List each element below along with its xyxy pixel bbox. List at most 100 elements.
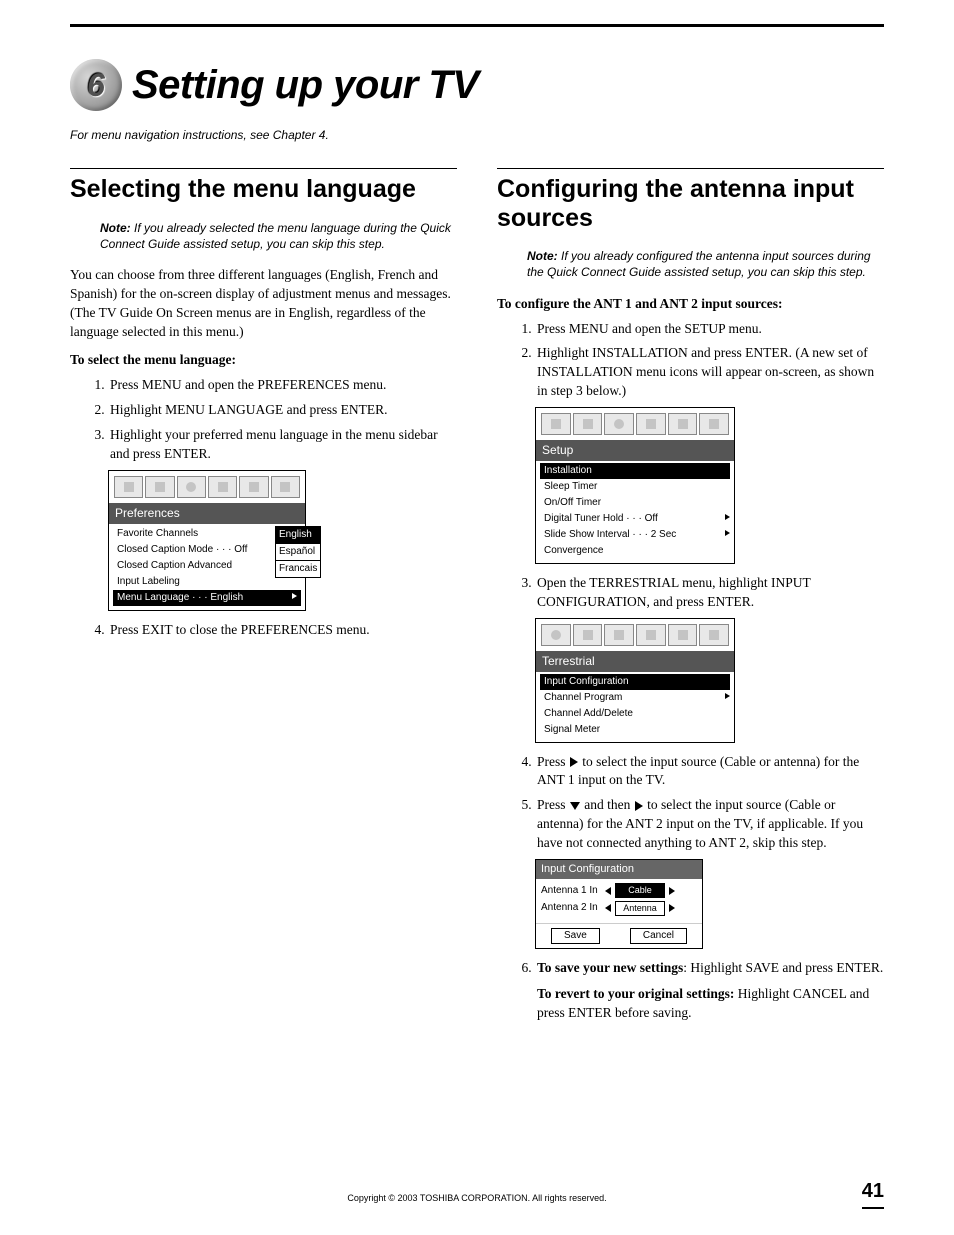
- menu-row: Convergence: [540, 543, 734, 559]
- intro-note: For menu navigation instructions, see Ch…: [70, 127, 884, 144]
- cancel-button: Cancel: [630, 928, 687, 944]
- section-heading-left: Selecting the menu language: [70, 168, 457, 204]
- note-right: Note: If you already configured the ante…: [527, 248, 884, 280]
- step-text: to select the input source (Cable or ant…: [537, 754, 859, 788]
- steps-right-6: To save your new settings: Highlight SAV…: [535, 959, 884, 1024]
- menu-icon: [668, 624, 698, 646]
- menu-row: Installation: [540, 463, 730, 479]
- menu-row: Sleep Timer: [540, 479, 734, 495]
- note-left: Note: If you already selected the menu l…: [100, 220, 457, 252]
- language-option: Español: [276, 544, 320, 561]
- menu-title: Setup: [536, 440, 734, 461]
- chapter-number-badge: 6: [70, 59, 122, 111]
- steps-right: Press MENU and open the SETUP menu. High…: [535, 320, 884, 402]
- language-option: English: [276, 527, 320, 544]
- menu-icon: [573, 624, 603, 646]
- figure-setup-menu: Setup InstallationSleep TimerOn/Off Time…: [535, 407, 735, 564]
- ic-value: Antenna: [615, 901, 665, 916]
- right-arrow-icon: [669, 887, 675, 895]
- menu-icon: [636, 624, 666, 646]
- body-paragraph: You can choose from three different lang…: [70, 266, 457, 342]
- menu-icon: [668, 413, 698, 435]
- copyright: Copyright © 2003 TOSHIBA CORPORATION. Al…: [347, 1192, 606, 1205]
- menu-row: On/Off Timer: [540, 495, 734, 511]
- step-text: and then: [581, 797, 634, 812]
- ic-buttons: Save Cancel: [536, 923, 702, 948]
- ic-value: Cable: [615, 883, 665, 898]
- menu-row: Menu Language · · · English: [113, 590, 301, 606]
- language-options: EnglishEspañolFrancais: [275, 526, 321, 578]
- menu-row: Signal Meter: [540, 722, 734, 738]
- menu-icon: [177, 476, 206, 498]
- left-column: Selecting the menu language Note: If you…: [70, 168, 457, 1029]
- right-arrow-icon: [635, 801, 643, 811]
- menu-icon: [604, 413, 634, 435]
- step-r2: Highlight INSTALLATION and press ENTER. …: [535, 344, 884, 401]
- menu-title: Preferences: [109, 503, 305, 524]
- ic-body: Antenna 1 InCable Antenna 2 In Antenna: [536, 879, 702, 922]
- ic-row: Antenna 2 In Antenna: [541, 901, 697, 916]
- page-number: 41: [862, 1177, 884, 1209]
- right-arrow-icon: [570, 757, 578, 767]
- ic-title: Input Configuration: [536, 860, 702, 879]
- save-button: Save: [551, 928, 600, 944]
- step-r1: Press MENU and open the SETUP menu.: [535, 320, 884, 339]
- menu-icon: [573, 413, 603, 435]
- page-footer: Copyright © 2003 TOSHIBA CORPORATION. Al…: [70, 1192, 884, 1205]
- menu-icon: [699, 413, 729, 435]
- step-text: : Highlight SAVE and press ENTER.: [683, 960, 883, 975]
- menu-body: InstallationSleep TimerOn/Off TimerDigit…: [536, 461, 734, 563]
- ic-row: Antenna 1 InCable: [541, 883, 697, 898]
- step-1: Press MENU and open the PREFERENCES menu…: [108, 376, 457, 395]
- step-text: Press: [537, 797, 569, 812]
- left-arrow-icon: [605, 887, 611, 895]
- note-text: If you already configured the antenna in…: [527, 249, 871, 279]
- menu-body: Input ConfigurationChannel ProgramChanne…: [536, 672, 734, 742]
- menu-icon: [636, 413, 666, 435]
- menu-icon: [114, 476, 143, 498]
- menu-icon: [541, 624, 571, 646]
- menu-icon-row: [536, 619, 734, 651]
- menu-row: Slide Show Interval · · · 2 Sec: [540, 527, 734, 543]
- step-r6: To save your new settings: Highlight SAV…: [535, 959, 884, 1024]
- menu-row: Input Configuration: [540, 674, 730, 690]
- chapter-number: 6: [87, 63, 105, 108]
- menu-icon: [145, 476, 174, 498]
- ic-label: Antenna 2 In: [541, 901, 601, 915]
- subhead-right: To configure the ANT 1 and ANT 2 input s…: [497, 295, 884, 314]
- step-r3: Open the TERRESTRIAL menu, highlight INP…: [535, 574, 884, 612]
- step-r4: Press to select the input source (Cable …: [535, 753, 884, 791]
- steps-left-cont: Press EXIT to close the PREFERENCES menu…: [108, 621, 457, 640]
- chevron-right-icon: [725, 693, 730, 699]
- language-option: Francais: [276, 561, 320, 577]
- step-4: Press EXIT to close the PREFERENCES menu…: [108, 621, 457, 640]
- figure-terrestrial-menu: Terrestrial Input ConfigurationChannel P…: [535, 618, 735, 743]
- menu-icon: [271, 476, 300, 498]
- note-text: If you already selected the menu languag…: [100, 221, 451, 251]
- right-column: Configuring the antenna input sources No…: [497, 168, 884, 1029]
- step-text: Press: [537, 754, 569, 769]
- section-heading-right: Configuring the antenna input sources: [497, 168, 884, 233]
- step-2: Highlight MENU LANGUAGE and press ENTER.: [108, 401, 457, 420]
- menu-icon: [541, 413, 571, 435]
- menu-icon: [208, 476, 237, 498]
- menu-title: Terrestrial: [536, 651, 734, 672]
- chevron-right-icon: [292, 593, 297, 599]
- top-rule: [70, 24, 884, 27]
- menu-icon: [699, 624, 729, 646]
- subhead-left: To select the menu language:: [70, 351, 457, 370]
- menu-icon-row: [109, 471, 305, 503]
- note-label: Note:: [527, 249, 558, 263]
- menu-row: Digital Tuner Hold · · · Off: [540, 511, 734, 527]
- step-r6b: To revert to your original settings: Hig…: [537, 985, 884, 1023]
- menu-icon: [604, 624, 634, 646]
- steps-left: Press MENU and open the PREFERENCES menu…: [108, 376, 457, 464]
- chapter-header: 6 Setting up your TV: [70, 57, 884, 113]
- down-arrow-icon: [570, 802, 580, 810]
- chevron-right-icon: [725, 514, 730, 520]
- left-arrow-icon: [605, 904, 611, 912]
- chevron-right-icon: [725, 530, 730, 536]
- step-bold: To save your new settings: [537, 960, 683, 975]
- note-label: Note:: [100, 221, 131, 235]
- figure-input-configuration: Input Configuration Antenna 1 InCableAnt…: [535, 859, 703, 949]
